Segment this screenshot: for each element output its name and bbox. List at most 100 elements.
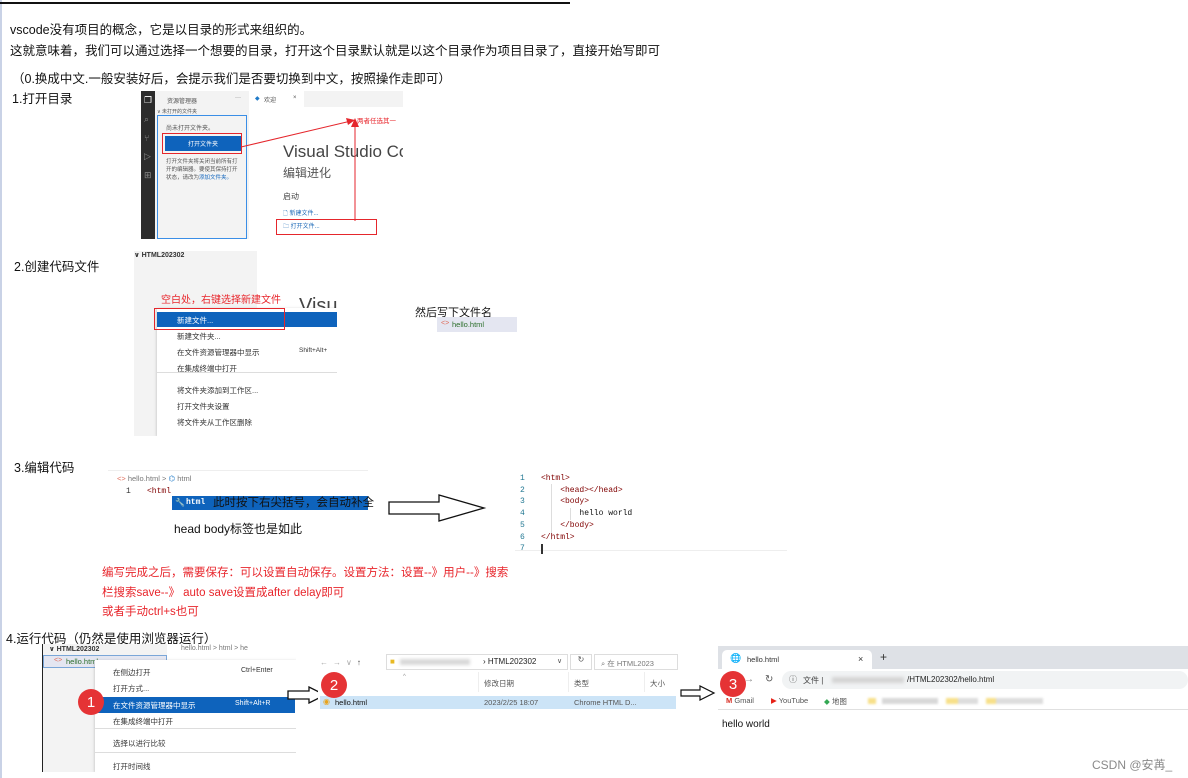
code-text[interactable]: </body> [541, 521, 594, 530]
menu-item-open-side[interactable]: 在侧边打开 [113, 667, 151, 678]
arrow-shape [680, 685, 716, 701]
search-box[interactable]: ⌕ 在 HTML2023 [594, 654, 678, 670]
code-text[interactable]: <head></head> [541, 486, 622, 495]
step3-title: 3.编辑代码 [14, 461, 75, 475]
blurred-bookmarks [868, 698, 1043, 704]
annotation-autocomplete: 此时按下右尖括号，会自动补全 [213, 497, 374, 509]
page-left-border [0, 0, 2, 778]
sort-indicator: ^ [403, 674, 406, 680]
code-editor: 1 <html> 2 <head></head> 3 <body> 4 hello wo… [515, 470, 787, 555]
head-body-note: head body标签也是如此 [174, 522, 303, 536]
menu-item-terminal[interactable]: 在集成终端中打开 [113, 716, 173, 727]
column-size[interactable]: 大小 [650, 678, 665, 689]
breadcrumb: hello.html > html > he [181, 645, 248, 652]
bookmark-youtube[interactable]: ▶ YouTube [771, 696, 808, 705]
url-bar[interactable]: ⓘ 文件 | /HTML202302/hello.html [782, 671, 1188, 689]
html-file-icon: <> [54, 657, 63, 664]
element-icon: ⌬ [168, 474, 176, 483]
intro-line-2: 这就意味着，我们可以通过选择一个想要的目录，打开这个目录默认就是以这个目录作为项… [10, 44, 661, 58]
highlight-box [154, 308, 285, 330]
globe-icon: 🌐 [730, 653, 742, 663]
new-tab-button[interactable]: + [880, 650, 887, 664]
toolbar-divider [718, 709, 1188, 710]
menu-item-remove-folder[interactable]: 将文件夹从工作区删除 [177, 417, 252, 428]
address-bar[interactable]: ■ › HTML202302 ∨ [386, 654, 568, 670]
menu-item-compare[interactable]: 选择以进行比较 [113, 738, 166, 749]
html-file-icon: <> [441, 320, 450, 327]
context-menu: 在侧边打开 Ctrl+Enter 打开方式... 在文件资源管理器中显示 Shi… [95, 660, 296, 772]
step1-title: 1.打开目录 [12, 92, 73, 106]
folder-header[interactable]: ∨ HTML202302 [49, 645, 99, 653]
menu-divider-2 [95, 752, 296, 753]
line-number: 7 [520, 544, 525, 554]
column-type[interactable]: 类型 [574, 678, 589, 689]
step-badge-1: 1 [78, 689, 104, 715]
menu-item-reveal[interactable]: 在文件资源管理器中显示 [113, 700, 196, 711]
folder-header[interactable]: ∨ HTML202302 [134, 251, 184, 259]
maps-icon: ◆ [824, 697, 830, 706]
line-number: 2 [520, 485, 525, 495]
blurred-path [832, 677, 904, 683]
arrow-head-2 [351, 118, 359, 127]
save-note-2: 栏搜索save--》 auto save设置成after delay即可 [102, 587, 345, 599]
bookmark-gmail[interactable]: M Gmail [726, 696, 754, 705]
save-note-3: 或者手动ctrl+s也可 [102, 606, 199, 618]
menu-divider [95, 728, 296, 729]
menu-item-open-with[interactable]: 打开方式... [113, 683, 149, 694]
wrench-icon: 🔧 [175, 498, 185, 507]
editor-top-line [108, 470, 368, 471]
line-number: 1 [520, 474, 525, 483]
col-divider [478, 672, 479, 692]
menu-shortcut: Ctrl+Enter [241, 667, 273, 674]
line-number: 1 [126, 487, 131, 496]
info-icon: ⓘ [789, 675, 797, 684]
menu-item-terminal[interactable]: 在集成终端中打开 [177, 363, 237, 374]
gmail-icon: M [726, 696, 733, 705]
folder-icon: ■ [390, 657, 395, 666]
arrow-line-1 [240, 120, 352, 148]
line-number: 5 [520, 520, 525, 530]
menu-item-folder-settings[interactable]: 打开文件夹设置 [177, 401, 230, 412]
browser-tab[interactable]: 🌐 hello.html × [722, 650, 872, 669]
intro-note: （0.换成中文.一般安装好后，会提示我们是否要切换到中文，按照操作走即可） [12, 72, 451, 86]
line-number: 6 [520, 532, 525, 542]
youtube-icon: ▶ [771, 696, 777, 705]
top-divider [0, 2, 570, 4]
menu-item-new-folder[interactable]: 新建文件夹... [177, 331, 221, 342]
file-row-selected[interactable]: ◉ hello.html 2023/2/25 18:07 Chrome HTML… [320, 696, 676, 709]
close-tab-icon[interactable]: × [858, 654, 863, 664]
code-text[interactable]: <html> [541, 474, 570, 483]
code-text[interactable]: <body> [541, 497, 589, 506]
menu-item-add-workspace[interactable]: 将文件夹添加到工作区... [177, 385, 258, 396]
refresh-button[interactable]: ↻ [570, 654, 592, 670]
menu-item-reveal[interactable]: 在文件资源管理器中显示 [177, 347, 260, 358]
step4-vscode-screenshot: ∨ HTML202302 <> hello.html hello.html > … [42, 644, 296, 772]
editor-bottom-line [515, 550, 787, 551]
text-cursor [541, 544, 543, 554]
line-number: 4 [520, 509, 525, 519]
save-note-1: 编写完成之后，需要保存：可以设置自动保存。设置方法：设置--》用户--》搜索 [102, 567, 509, 579]
code-text[interactable]: </html> [541, 533, 575, 542]
nav-buttons[interactable]: ←→∨↑ [320, 658, 366, 667]
bookmark-maps[interactable]: ◆ 地图 [824, 696, 847, 707]
chevron-down-icon[interactable]: ∨ [557, 657, 562, 665]
file-explorer-screenshot: ←→∨↑ ■ › HTML202302 ∨ ↻ ⌕ 在 HTML2023 ^ 修… [318, 652, 678, 714]
line-number: 3 [520, 497, 525, 507]
intro-line-1: vscode没有项目的概念，它是以目录的形式来组织的。 [10, 23, 313, 37]
breadcrumb: <> hello.html > ⌬ html [117, 474, 192, 483]
reload-button[interactable]: ↻ [765, 674, 773, 685]
filename-input[interactable]: <> hello.html [437, 317, 517, 332]
up-icon[interactable]: ↑ [357, 658, 366, 667]
column-date[interactable]: 修改日期 [484, 678, 514, 689]
menu-item-timeline[interactable]: 打开时间线 [113, 761, 151, 772]
typed-code[interactable]: <html [147, 487, 171, 496]
small-arrow-icon-2 [680, 685, 716, 701]
blurred-path [400, 659, 470, 665]
annotation-right-click: 空白处，右键选择新建文件 [161, 295, 281, 306]
arrow-shape [388, 494, 487, 522]
step2-title: 2.创建代码文件 [14, 260, 100, 274]
step-badge-2: 2 [321, 672, 347, 698]
code-text[interactable]: hello world [541, 509, 632, 518]
step-badge-3: 3 [720, 671, 746, 697]
menu-shortcut: Shift+Alt+ [299, 347, 328, 354]
